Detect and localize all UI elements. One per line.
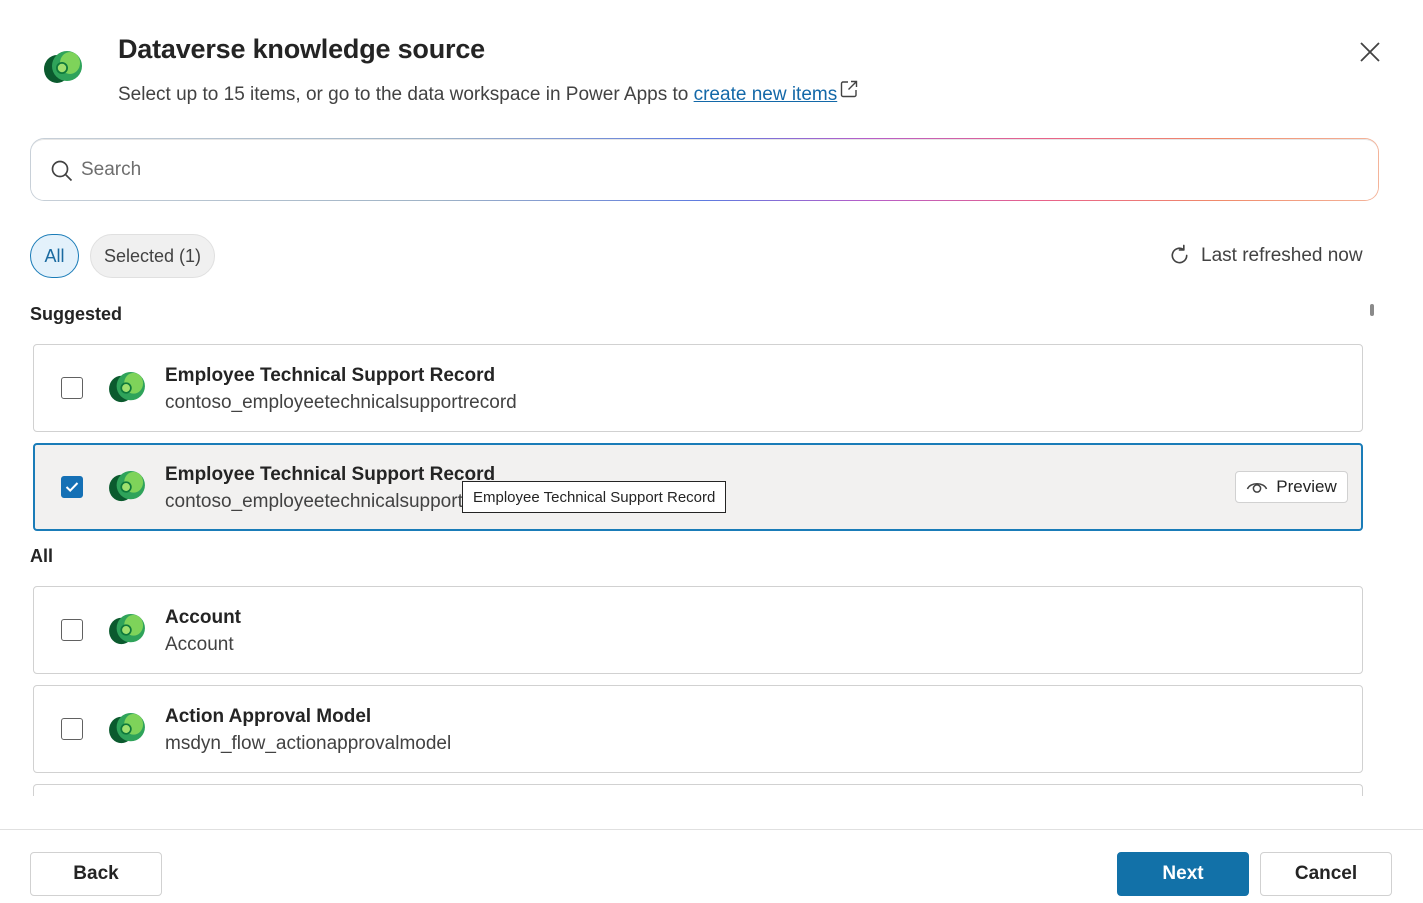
scrollbar-thumb[interactable] — [1370, 304, 1374, 316]
item-title: Employee Technical Support Record — [165, 464, 496, 485]
dialog-subtitle: Select up to 15 items, or go to the data… — [118, 80, 858, 106]
filter-all-pill[interactable]: All — [30, 234, 79, 278]
section-suggested-heading: Suggested — [30, 304, 123, 324]
dataverse-table-icon — [109, 371, 145, 403]
cancel-button[interactable]: Cancel — [1260, 852, 1392, 896]
item-checkbox-checked[interactable] — [61, 476, 83, 498]
item-logical-name: msdyn_flow_actionapprovalmodel — [165, 733, 452, 754]
list-item[interactable]: Employee Technical Support Record contos… — [33, 344, 1363, 432]
refresh-label: Last refreshed now — [1201, 244, 1363, 266]
preview-label: Preview — [1276, 477, 1337, 496]
list-item[interactable]: Account Account — [33, 586, 1363, 674]
create-new-items-link[interactable]: create new items — [694, 84, 838, 105]
footer-divider — [0, 829, 1423, 830]
item-checkbox[interactable] — [61, 718, 83, 740]
next-button[interactable]: Next — [1117, 852, 1249, 896]
list-item-partial[interactable] — [33, 784, 1363, 796]
item-checkbox[interactable] — [61, 619, 83, 641]
dataverse-table-icon — [109, 470, 145, 502]
item-title: Action Approval Model — [165, 706, 372, 727]
item-logical-name: Account — [165, 634, 234, 655]
close-icon — [1360, 42, 1380, 62]
close-button[interactable] — [1354, 36, 1386, 68]
list-item[interactable]: Action Approval Model msdyn_flow_actiona… — [33, 685, 1363, 773]
search-icon — [51, 160, 73, 182]
back-button[interactable]: Back — [30, 852, 162, 896]
dataverse-logo-icon — [44, 51, 82, 83]
search-input[interactable] — [81, 150, 1281, 190]
item-title: Account — [165, 607, 241, 628]
tooltip: Employee Technical Support Record — [462, 481, 727, 513]
refresh-button[interactable]: Last refreshed now — [1168, 244, 1363, 267]
item-logical-name: contoso_employeetechnicalsupportrecord — [165, 392, 517, 413]
item-title: Employee Technical Support Record — [165, 365, 496, 386]
subtitle-text: Select up to 15 items, or go to the data… — [118, 84, 694, 105]
external-link-icon[interactable] — [840, 80, 858, 98]
filter-selected-pill[interactable]: Selected (1) — [90, 234, 215, 278]
dialog-title: Dataverse knowledge source — [118, 34, 485, 64]
checkmark-icon — [65, 482, 79, 493]
eye-icon — [1247, 483, 1268, 493]
preview-button[interactable]: Preview — [1235, 471, 1348, 503]
section-all-heading: All — [30, 546, 54, 566]
dataverse-table-icon — [109, 712, 145, 744]
refresh-icon — [1171, 244, 1188, 264]
item-checkbox[interactable] — [61, 377, 83, 399]
search-box[interactable] — [30, 138, 1379, 201]
dataverse-table-icon — [109, 613, 145, 645]
